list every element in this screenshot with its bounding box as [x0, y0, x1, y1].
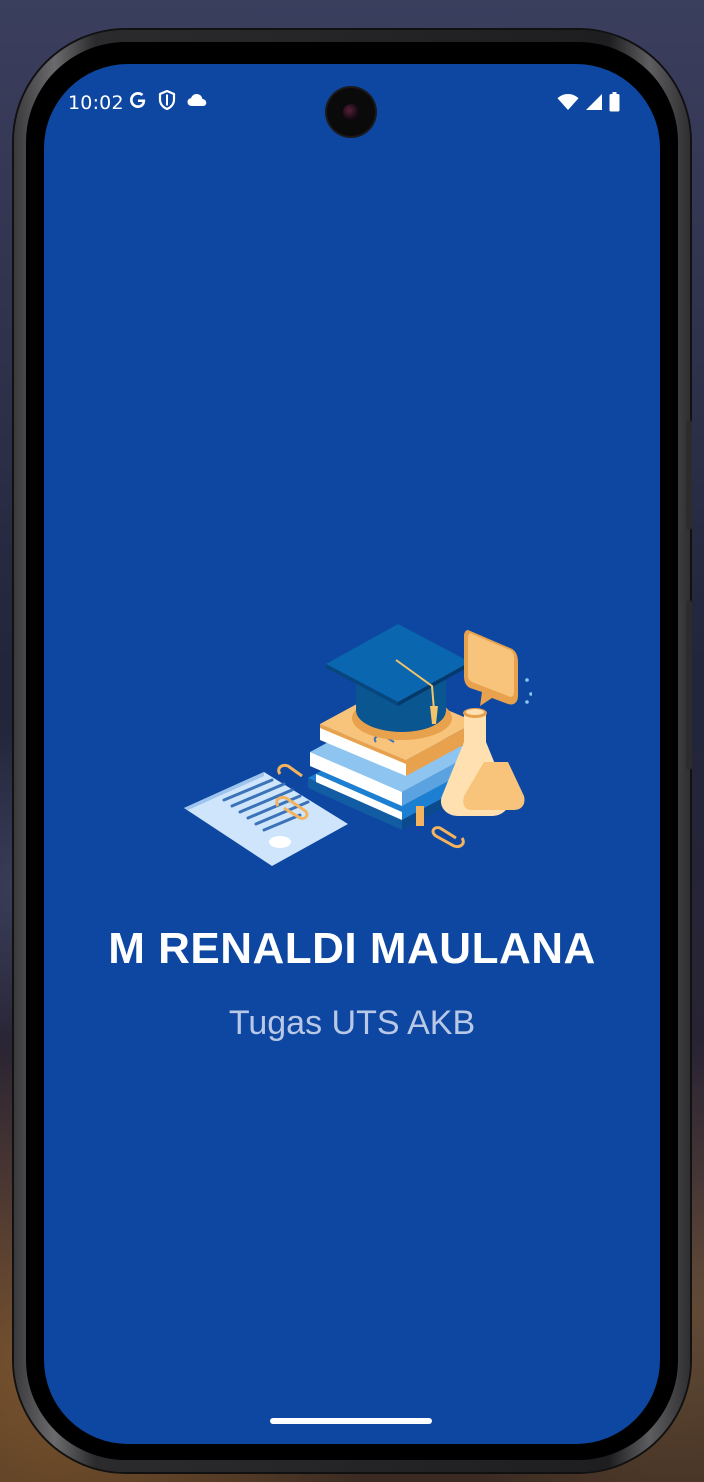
- shield-icon: [158, 89, 176, 115]
- wifi-icon: [557, 93, 579, 116]
- power-button: [686, 420, 692, 530]
- cloud-icon: [186, 92, 208, 113]
- student-name-title: M RENALDI MAULANA: [108, 924, 596, 973]
- front-camera: [327, 88, 375, 136]
- home-gesture-bar[interactable]: [270, 1418, 432, 1424]
- assignment-subtitle: Tugas UTS AKB: [228, 1004, 476, 1042]
- volume-button: [686, 600, 692, 770]
- phone-bezel: 10:02 M RENALDI MAULANA Tugas UTS AKB: [26, 42, 678, 1460]
- app-screen: 10:02 M RENALDI MAULANA Tugas UTS AKB: [44, 64, 660, 1444]
- signal-icon: [585, 93, 603, 116]
- status-icons-right: [557, 92, 620, 117]
- status-time: 10:02: [68, 92, 124, 114]
- speech-bubble: [464, 630, 518, 706]
- phone-frame: 10:02 M RENALDI MAULANA Tugas UTS AKB: [14, 30, 690, 1472]
- status-icons-left: [128, 89, 208, 115]
- education-illustration: [180, 584, 533, 874]
- status-bar: 10:02: [44, 64, 660, 136]
- battery-icon: [609, 92, 620, 117]
- google-icon: [128, 90, 148, 115]
